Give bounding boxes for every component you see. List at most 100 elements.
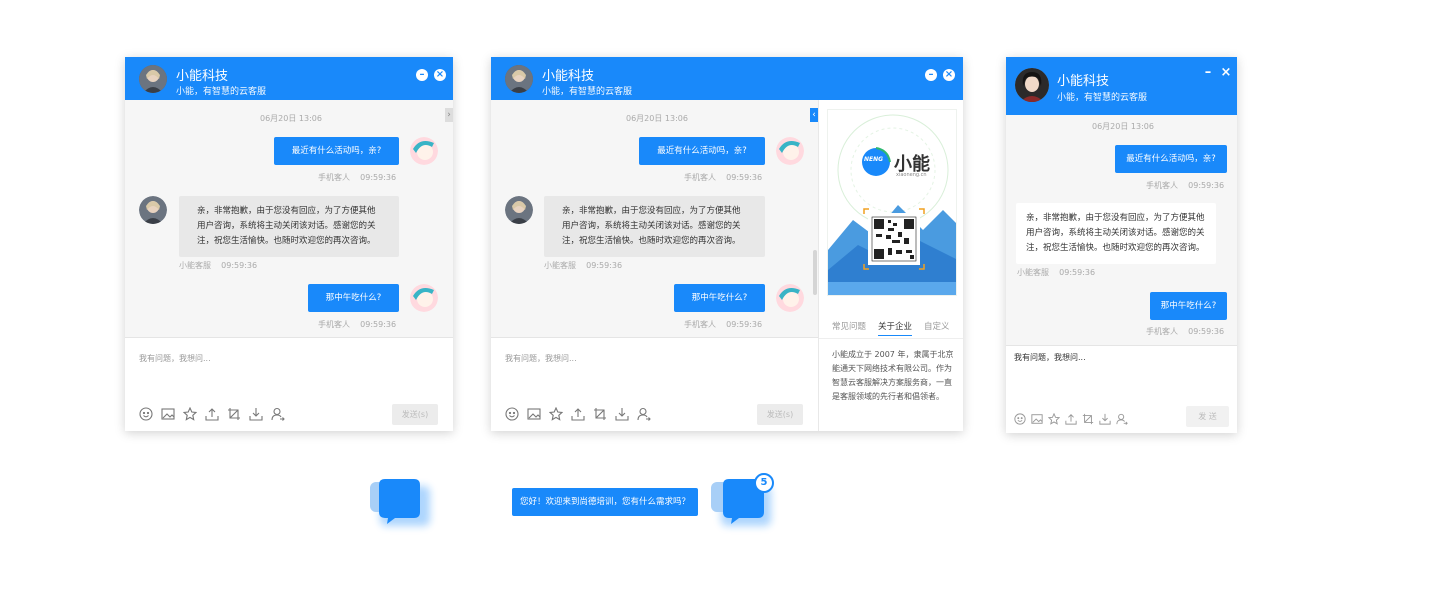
upload-icon[interactable] (205, 406, 219, 421)
crop-icon[interactable] (1082, 410, 1094, 425)
star-icon[interactable] (1047, 410, 1061, 425)
chat-timestamp: 06月20日 13:06 (626, 114, 688, 123)
agent-avatar (505, 65, 533, 93)
tab-faq[interactable]: 常见问题 (832, 320, 866, 336)
close-icon[interactable]: × (434, 69, 446, 81)
user-avatar (776, 284, 804, 312)
message-bubble: 亲，非常抱歉，由于您没有回应，为了方便其他用户咨询，系统将主动关闭该对话。感谢您… (544, 196, 765, 257)
logo-badge-text: NENG (864, 156, 884, 163)
message-input[interactable]: 我有问题，我想问... (1014, 352, 1086, 363)
brand-subtitle: 小能，有智慧的云客服 (176, 87, 267, 97)
upload-icon[interactable] (1065, 410, 1077, 425)
crop-icon[interactable] (593, 406, 607, 420)
download-icon[interactable] (615, 406, 629, 421)
floating-chat-button-with-badge[interactable]: 5 (709, 473, 779, 536)
smile-icon[interactable] (1014, 410, 1026, 425)
message-bubble: 最近有什么活动吗，亲? (274, 137, 399, 165)
message-input-area[interactable]: 我有问题，我想问... 发送(s) (125, 337, 453, 431)
chat-header: 小能科技 小能，有智慧的云客服 – × (491, 57, 963, 100)
agent-avatar (139, 196, 167, 224)
chevron-right-icon[interactable]: › (445, 108, 453, 122)
brand-name: 小能科技 (1057, 74, 1110, 89)
message-input-area[interactable]: 我有问题，我想问... 发送(s) (491, 337, 818, 431)
message-bubble: 亲，非常抱歉，由于您没有回应，为了方便其他用户咨询，系统将主动关闭该对话。感谢您… (1016, 203, 1216, 264)
toolbar (1014, 410, 1128, 425)
send-button[interactable]: 发送(s) (392, 404, 438, 425)
brand-name: 小能科技 (176, 69, 229, 84)
chat-timestamp: 06月20日 13:06 (260, 114, 322, 123)
smile-icon[interactable] (139, 406, 153, 421)
chat-bubble-icon (370, 479, 430, 526)
company-sidebar: NENG 小能 xiaoneng.cn 常见问题 关于企业 自定义 小能成立于 … (818, 100, 963, 431)
sidebar-tabs: 常见问题 关于企业 自定义 (832, 320, 962, 336)
user-avatar (410, 137, 438, 165)
chat-body: ‹ 06月20日 13:06 最近有什么活动吗，亲? 手机客人 09:59:36… (491, 100, 818, 337)
message-meta: 手机客人 09:59:36 (1146, 327, 1225, 336)
message-bubble: 那中午吃什么? (308, 284, 399, 312)
image-icon[interactable] (527, 406, 541, 420)
agent-avatar (1015, 68, 1049, 102)
welcome-tooltip[interactable]: 您好！欢迎来到尚德培训，您有什么需求吗？ (512, 488, 699, 516)
send-button[interactable]: 发 送 (1186, 406, 1229, 427)
banner-graphic (828, 114, 956, 295)
chat-body: 06月20日 13:06 最近有什么活动吗，亲? 手机客人 09:59:36 亲… (1006, 115, 1237, 345)
message-meta: 手机客人 09:59:36 (684, 320, 763, 329)
brand-subtitle: 小能，有智慧的云客服 (1057, 93, 1148, 103)
chat-header: 小能科技 小能，有智慧的云客服 – × (125, 57, 453, 100)
close-icon[interactable]: × (1220, 66, 1232, 79)
download-icon[interactable] (1099, 410, 1111, 425)
message-meta: 手机客人 09:59:36 (318, 173, 397, 182)
minimize-icon[interactable]: – (1202, 66, 1214, 79)
tab-about-company[interactable]: 关于企业 (878, 320, 913, 336)
star-icon[interactable] (182, 406, 198, 421)
message-meta: 小能客服 09:59:36 (544, 261, 623, 270)
message-bubble: 亲，非常抱歉，由于您没有回应，为了方便其他用户咨询，系统将主动关闭该对话。感谢您… (179, 196, 399, 257)
download-icon[interactable] (249, 406, 263, 421)
send-button[interactable]: 发送(s) (757, 404, 803, 425)
minimize-icon[interactable]: – (925, 69, 937, 81)
unread-badge: 5 (754, 473, 774, 493)
company-banner: NENG 小能 xiaoneng.cn (827, 109, 957, 296)
image-icon[interactable] (161, 406, 175, 420)
chat-window-standard: 小能科技 小能，有智慧的云客服 – × › 06月20日 13:06 最近有什么… (125, 57, 453, 431)
upload-icon[interactable] (571, 406, 585, 421)
chat-header: 小能科技 小能，有智慧的云客服 – × (1006, 57, 1237, 115)
message-bubble: 最近有什么活动吗，亲? (1115, 145, 1227, 173)
chat-window-compact: 小能科技 小能，有智慧的云客服 – × 06月20日 13:06 最近有什么活动… (1006, 57, 1237, 433)
logo-subtext: xiaoneng.cn (896, 172, 927, 178)
transfer-icon[interactable] (271, 406, 285, 421)
transfer-icon[interactable] (1116, 410, 1128, 425)
about-company-text: 小能成立于 2007 年，隶属于北京能通天下网络技术有限公司。作为智慧云客服解决… (832, 350, 954, 401)
brand-subtitle: 小能，有智慧的云客服 (542, 87, 633, 97)
message-meta: 小能客服 09:59:36 (1017, 268, 1096, 277)
message-meta: 小能客服 09:59:36 (179, 261, 258, 270)
chat-body: › 06月20日 13:06 最近有什么活动吗，亲? 手机客人 09:59:36… (125, 100, 453, 337)
user-avatar (410, 284, 438, 312)
message-bubble: 最近有什么活动吗，亲? (639, 137, 765, 165)
floating-chat-button[interactable] (368, 476, 438, 536)
chat-timestamp: 06月20日 13:06 (1092, 122, 1154, 131)
message-input[interactable]: 我有问题，我想问... (139, 353, 211, 364)
tab-divider (819, 338, 963, 339)
transfer-icon[interactable] (637, 406, 651, 421)
message-input[interactable]: 我有问题，我想问... (505, 353, 577, 364)
toolbar (139, 406, 285, 421)
smile-icon[interactable] (505, 406, 519, 421)
crop-icon[interactable] (227, 406, 241, 420)
close-icon[interactable]: × (943, 69, 955, 81)
chat-window-with-sidebar: 小能科技 小能，有智慧的云客服 – × ‹ 06月20日 13:06 最近有什么… (491, 57, 963, 431)
tab-custom[interactable]: 自定义 (924, 320, 950, 336)
minimize-icon[interactable]: – (416, 69, 428, 81)
image-icon[interactable] (1031, 410, 1043, 424)
message-bubble: 那中午吃什么? (674, 284, 765, 312)
agent-avatar (505, 196, 533, 224)
brand-name: 小能科技 (542, 69, 595, 84)
toolbar (505, 406, 651, 421)
star-icon[interactable] (548, 406, 564, 421)
message-meta: 手机客人 09:59:36 (1146, 181, 1225, 190)
message-meta: 手机客人 09:59:36 (684, 173, 763, 182)
message-input-area[interactable]: 我有问题，我想问... 发 送 (1006, 345, 1237, 433)
scrollbar[interactable] (813, 250, 817, 295)
chevron-left-icon[interactable]: ‹ (810, 108, 818, 122)
message-bubble: 那中午吃什么? (1150, 292, 1227, 320)
